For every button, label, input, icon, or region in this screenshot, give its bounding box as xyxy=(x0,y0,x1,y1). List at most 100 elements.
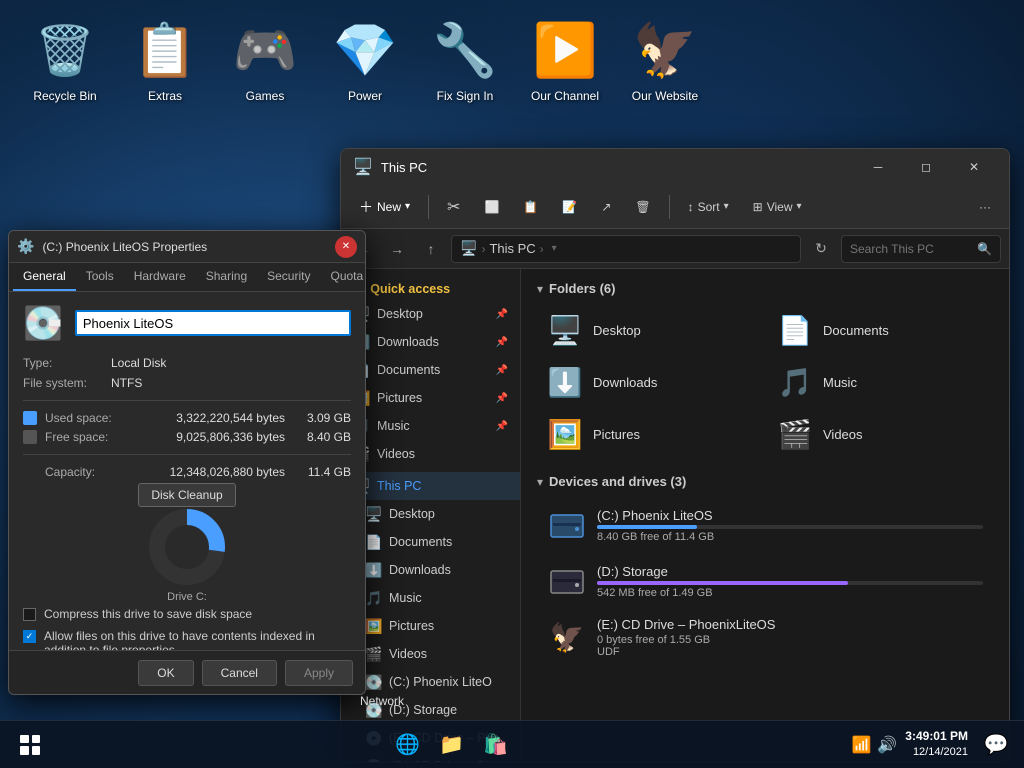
d-drive-pc-label: (D:) Storage xyxy=(389,703,508,717)
notification-icon: 💬 xyxy=(984,732,1009,757)
forward-button[interactable]: → xyxy=(383,235,411,263)
capacity-row: Capacity: 12,348,026,880 bytes 11.4 GB xyxy=(23,465,351,479)
desktop-icon-our-channel[interactable]: ▶️ Our Channel xyxy=(520,10,610,108)
sidebar-item-desktop-qa[interactable]: 🖥️ Desktop 📌 xyxy=(341,300,520,328)
pictures-pc-label: Pictures xyxy=(389,619,508,633)
ok-button[interactable]: OK xyxy=(138,660,193,686)
minimize-button[interactable]: ─ xyxy=(855,149,901,185)
props-title-icon: ⚙️ xyxy=(17,238,34,255)
taskbar-file-explorer-btn[interactable]: 📁 xyxy=(432,725,472,765)
new-button[interactable]: ＋ New ▾ xyxy=(349,191,420,223)
sidebar-item-pictures-qa[interactable]: 🖼️ Pictures 📌 xyxy=(341,384,520,412)
downloads-qa-label: Downloads xyxy=(377,335,488,349)
apply-button[interactable]: Apply xyxy=(285,660,353,686)
tab-security[interactable]: Security xyxy=(257,263,320,291)
videos-pc-icon: 🎬 xyxy=(365,646,381,663)
desktop-folder-name: Desktop xyxy=(593,323,641,338)
taskbar-store-btn[interactable]: 🛍️ xyxy=(476,725,516,765)
path-dropdown-icon[interactable]: ▾ xyxy=(552,243,557,254)
close-button[interactable]: ✕ xyxy=(951,149,997,185)
folder-item-pictures[interactable]: 🖼️ Pictures xyxy=(537,410,763,458)
desktop-icon-games[interactable]: 🎮 Games xyxy=(220,10,310,108)
drive-item-e[interactable]: 🦅 (E:) CD Drive – PhoenixLiteOS 0 bytes … xyxy=(537,611,993,664)
cut-button[interactable]: ✂ xyxy=(437,191,470,223)
sidebar-item-downloads-pc[interactable]: ⬇️ Downloads xyxy=(341,556,520,584)
sidebar-item-videos-pc[interactable]: 🎬 Videos xyxy=(341,640,520,668)
filesystem-label: File system: xyxy=(23,376,103,390)
rename-button[interactable]: 📝 xyxy=(552,191,587,223)
properties-content: 💽 Type: Local Disk File system: NTFS Use… xyxy=(9,292,365,655)
extras-icon: 📋 xyxy=(130,15,200,85)
search-box[interactable]: 🔍 xyxy=(841,235,1001,263)
share-button[interactable]: ↗ xyxy=(591,191,621,223)
index-checkbox[interactable] xyxy=(23,630,36,643)
capacity-label: Capacity: xyxy=(45,465,115,479)
desktop-icon-recycle-bin[interactable]: 🗑️ Recycle Bin xyxy=(20,10,110,108)
downloads-pc-label: Downloads xyxy=(389,563,508,577)
sidebar-item-music-pc[interactable]: 🎵 Music xyxy=(341,584,520,612)
folders-chevron-icon[interactable]: ▾ xyxy=(537,282,543,296)
copy-button[interactable]: ⬜ xyxy=(474,191,509,223)
notifications-button[interactable]: 💬 xyxy=(976,725,1016,765)
up-button[interactable]: ↑ xyxy=(417,235,445,263)
more-options-button[interactable]: ··· xyxy=(969,191,1001,223)
cancel-button[interactable]: Cancel xyxy=(202,660,277,686)
disk-cleanup-button[interactable]: Disk Cleanup xyxy=(138,483,235,507)
c-drive-pc-icon: 💽 xyxy=(365,674,381,691)
tab-quota[interactable]: Quota xyxy=(320,263,366,291)
address-path[interactable]: 🖥️ › This PC › ▾ xyxy=(451,235,801,263)
music-folder-name: Music xyxy=(823,375,857,390)
music-qa-label: Music xyxy=(377,419,488,433)
delete-button[interactable]: 🗑 xyxy=(625,191,660,223)
drive-item-c[interactable]: (C:) Phoenix LiteOS 8.40 GB free of 11.4… xyxy=(537,499,993,551)
refresh-button[interactable]: ↻ xyxy=(807,235,835,263)
filesystem-row: File system: NTFS xyxy=(23,376,351,390)
tab-tools[interactable]: Tools xyxy=(76,263,124,291)
desktop-icon-power[interactable]: 💎 Power xyxy=(320,10,410,108)
sidebar-item-c-drive-pc[interactable]: 💽 (C:) Phoenix LiteO xyxy=(341,668,520,696)
this-pc-section: 🖥️ This PC 🖥️ Desktop 📄 Documents ⬇️ Dow… xyxy=(341,472,520,762)
our-website-icon: 🦅 xyxy=(630,15,700,85)
maximize-button[interactable]: ◻ xyxy=(903,149,949,185)
sort-button[interactable]: ↕ Sort ▾ xyxy=(678,191,739,223)
view-button[interactable]: ⊞ View ▾ xyxy=(743,191,812,223)
taskbar-network-btn[interactable]: 🌐 xyxy=(388,725,428,765)
file-explorer-titlebar: 🖥️ This PC ─ ◻ ✕ xyxy=(341,149,1009,185)
c-drive-pc-label: (C:) Phoenix LiteO xyxy=(389,675,508,689)
props-title-text: (C:) Phoenix LiteOS Properties xyxy=(42,240,327,254)
start-button[interactable] xyxy=(8,723,52,767)
desktop-icon-fix-sign-in[interactable]: 🔧 Fix Sign In xyxy=(420,10,510,108)
drives-list: (C:) Phoenix LiteOS 8.40 GB free of 11.4… xyxy=(537,499,993,664)
desktop-icon-our-website[interactable]: 🦅 Our Website xyxy=(620,10,710,108)
folder-item-documents[interactable]: 📄 Documents xyxy=(767,306,993,354)
folder-item-downloads[interactable]: ⬇️ Downloads xyxy=(537,358,763,406)
paste-button[interactable]: 📋 xyxy=(513,191,548,223)
sidebar-item-documents-pc[interactable]: 📄 Documents xyxy=(341,528,520,556)
sidebar-item-downloads-qa[interactable]: ⬇️ Downloads 📌 xyxy=(341,328,520,356)
drive-name-input[interactable] xyxy=(75,310,351,336)
path-chevron-icon: › xyxy=(481,242,485,256)
sidebar-item-documents-qa[interactable]: 📄 Documents 📌 xyxy=(341,356,520,384)
sidebar-item-pictures-pc[interactable]: 🖼️ Pictures xyxy=(341,612,520,640)
sidebar-item-this-pc[interactable]: 🖥️ This PC xyxy=(341,472,520,500)
drive-item-d[interactable]: (D:) Storage 542 MB free of 1.49 GB xyxy=(537,555,993,607)
sidebar-item-music-qa[interactable]: 🎵 Music 📌 xyxy=(341,412,520,440)
folder-item-videos[interactable]: 🎬 Videos xyxy=(767,410,993,458)
props-close-button[interactable]: ✕ xyxy=(335,236,357,258)
sidebar-item-desktop-pc[interactable]: 🖥️ Desktop xyxy=(341,500,520,528)
sidebar-item-videos-qa[interactable]: 🎬 Videos xyxy=(341,440,520,468)
fix-sign-in-icon: 🔧 xyxy=(430,15,500,85)
tab-sharing[interactable]: Sharing xyxy=(196,263,257,291)
time-display[interactable]: 3:49:01 PM 12/14/2021 xyxy=(905,728,968,760)
tab-general[interactable]: General xyxy=(13,263,76,291)
tab-hardware[interactable]: Hardware xyxy=(124,263,196,291)
file-explorer-toolbar: ＋ New ▾ ✂ ⬜ 📋 📝 ↗ 🗑 ↕ Sort ▾ ⊞ View ▾ ··… xyxy=(341,185,1009,229)
search-input[interactable] xyxy=(850,242,973,256)
desktop-icon-extras[interactable]: 📋 Extras xyxy=(120,10,210,108)
folder-item-desktop[interactable]: 🖥️ Desktop xyxy=(537,306,763,354)
win-sq-4 xyxy=(32,746,41,755)
compress-checkbox[interactable] xyxy=(23,608,36,621)
folder-item-music[interactable]: 🎵 Music xyxy=(767,358,993,406)
windows-logo-icon xyxy=(20,735,40,755)
devices-chevron-icon[interactable]: ▾ xyxy=(537,475,543,489)
